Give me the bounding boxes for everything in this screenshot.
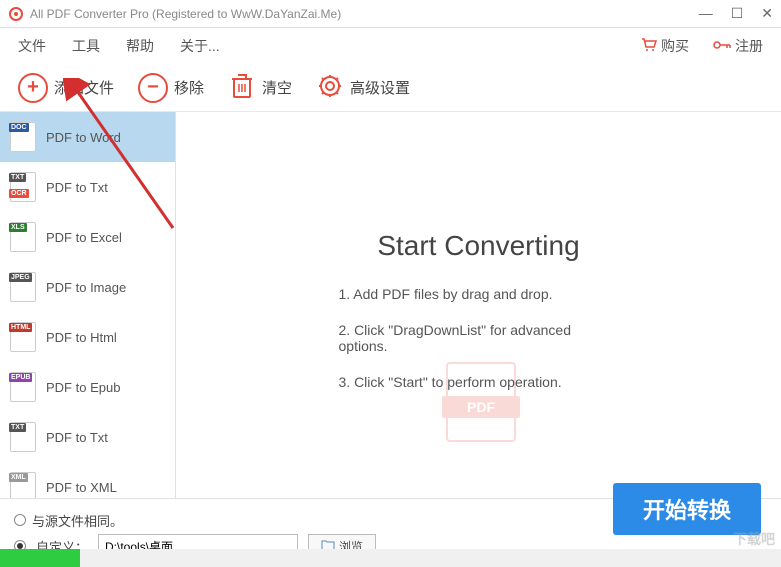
site-watermark: 下载吧 bbox=[733, 529, 775, 549]
minus-icon: − bbox=[138, 73, 168, 103]
sidebar-item-label: PDF to Txt bbox=[46, 180, 108, 195]
file-type-icon: DOC bbox=[10, 122, 36, 152]
step-1: 1. Add PDF files by drag and drop. bbox=[339, 286, 619, 302]
file-type-icon: JPEG bbox=[10, 272, 36, 302]
file-type-icon: EPUB bbox=[10, 372, 36, 402]
app-icon bbox=[8, 6, 24, 22]
window-title: All PDF Converter Pro (Registered to WwW… bbox=[30, 7, 699, 21]
settings-label: 高级设置 bbox=[350, 77, 410, 98]
buy-link[interactable]: 购买 bbox=[641, 36, 689, 56]
sidebar-item-4[interactable]: HTML PDF to Html bbox=[0, 312, 175, 362]
maximize-button[interactable]: ☐ bbox=[731, 5, 744, 22]
start-convert-button[interactable]: 开始转换 bbox=[613, 483, 761, 535]
main-panel: PDF Start Converting 1. Add PDF files by… bbox=[176, 112, 781, 498]
step-2: 2. Click "DragDownList" for advanced opt… bbox=[339, 322, 619, 354]
file-type-icon: TXT bbox=[10, 422, 36, 452]
file-type-icon: HTML bbox=[10, 322, 36, 352]
menu-help[interactable]: 帮助 bbox=[126, 36, 154, 56]
sidebar-item-label: PDF to Txt bbox=[46, 430, 108, 445]
file-type-icon: XML bbox=[10, 472, 36, 498]
sidebar-item-label: PDF to Excel bbox=[46, 230, 122, 245]
file-type-icon: XLS bbox=[10, 222, 36, 252]
status-bar bbox=[0, 549, 781, 567]
sidebar-item-label: PDF to XML bbox=[46, 480, 117, 495]
pdf-watermark-label: PDF bbox=[442, 396, 520, 418]
titlebar: All PDF Converter Pro (Registered to WwW… bbox=[0, 0, 781, 28]
cart-icon bbox=[641, 38, 657, 55]
settings-button[interactable]: 高级设置 bbox=[316, 72, 410, 104]
menu-file[interactable]: 文件 bbox=[18, 36, 46, 56]
trash-icon bbox=[228, 71, 256, 105]
sidebar-item-label: PDF to Epub bbox=[46, 380, 120, 395]
toolbar: + 添加文件 − 移除 清空 高级设置 bbox=[0, 64, 781, 112]
sidebar: DOC PDF to Word TXTOCR PDF to Txt XLS PDF to … bbox=[0, 112, 176, 498]
window-controls: — ☐ ✕ bbox=[699, 5, 773, 22]
plus-icon: + bbox=[18, 73, 48, 103]
radio-unselected-icon bbox=[14, 514, 26, 526]
file-type-icon: TXTOCR bbox=[10, 172, 36, 202]
same-as-source-label: 与源文件相同。 bbox=[32, 511, 123, 530]
gear-icon bbox=[316, 72, 344, 104]
minimize-button[interactable]: — bbox=[699, 5, 713, 22]
sidebar-item-3[interactable]: JPEG PDF to Image bbox=[0, 262, 175, 312]
sidebar-item-label: PDF to Word bbox=[46, 130, 121, 145]
sidebar-item-5[interactable]: EPUB PDF to Epub bbox=[0, 362, 175, 412]
menu-tools[interactable]: 工具 bbox=[72, 36, 100, 56]
sidebar-item-label: PDF to Image bbox=[46, 280, 126, 295]
sidebar-item-label: PDF to Html bbox=[46, 330, 117, 345]
register-label: 注册 bbox=[735, 36, 763, 56]
add-file-label: 添加文件 bbox=[54, 77, 114, 98]
buy-label: 购买 bbox=[661, 36, 689, 56]
sidebar-item-0[interactable]: DOC PDF to Word bbox=[0, 112, 175, 162]
pdf-watermark: PDF bbox=[446, 362, 516, 442]
menu-about[interactable]: 关于... bbox=[180, 36, 220, 56]
progress-indicator bbox=[0, 549, 80, 567]
remove-button[interactable]: − 移除 bbox=[138, 73, 204, 103]
sidebar-item-2[interactable]: XLS PDF to Excel bbox=[0, 212, 175, 262]
key-icon bbox=[713, 38, 731, 54]
sidebar-item-7[interactable]: XML PDF to XML bbox=[0, 462, 175, 498]
close-button[interactable]: ✕ bbox=[761, 5, 773, 22]
menubar: 文件 工具 帮助 关于... 购买 注册 bbox=[0, 28, 781, 64]
remove-label: 移除 bbox=[174, 77, 204, 98]
add-file-button[interactable]: + 添加文件 bbox=[18, 73, 114, 103]
register-link[interactable]: 注册 bbox=[713, 36, 763, 56]
sidebar-item-1[interactable]: TXTOCR PDF to Txt bbox=[0, 162, 175, 212]
body: DOC PDF to Word TXTOCR PDF to Txt XLS PDF to … bbox=[0, 112, 781, 498]
main-title: Start Converting bbox=[377, 230, 579, 262]
sidebar-item-6[interactable]: TXT PDF to Txt bbox=[0, 412, 175, 462]
clear-button[interactable]: 清空 bbox=[228, 71, 292, 105]
clear-label: 清空 bbox=[262, 77, 292, 98]
